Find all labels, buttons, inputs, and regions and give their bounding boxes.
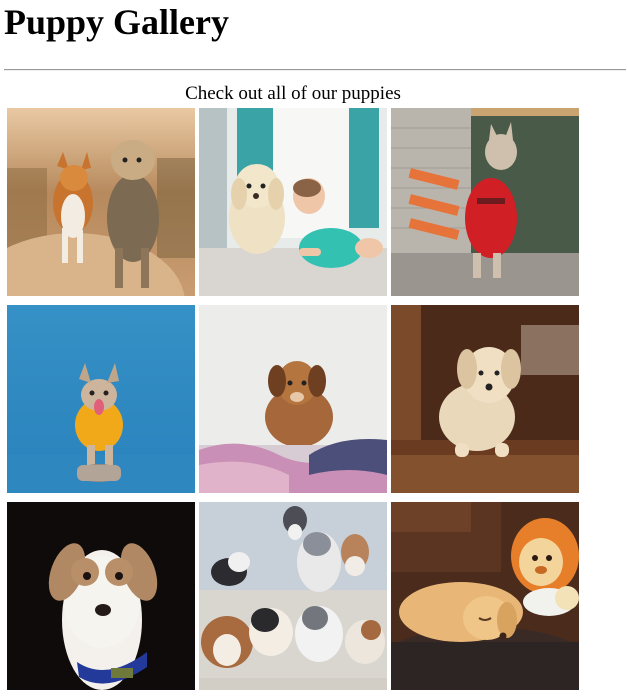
gallery-photo xyxy=(7,502,195,690)
gallery-image-poodle-and-baby[interactable] xyxy=(199,108,387,296)
gallery-photo xyxy=(199,108,387,296)
gallery-image-aussie-puppies[interactable] xyxy=(199,502,387,690)
gallery-photo xyxy=(391,502,579,690)
gallery-image-puppy-with-lion-plush[interactable] xyxy=(391,502,579,690)
page-subtitle: Check out all of our puppies xyxy=(185,83,401,104)
puppy-gallery-grid xyxy=(7,108,579,690)
page: Puppy Gallery Check out all of our puppi… xyxy=(0,0,628,696)
divider xyxy=(4,69,626,71)
page-title: Puppy Gallery xyxy=(4,2,230,42)
gallery-image-corgi-and-yorkie[interactable] xyxy=(7,108,195,296)
gallery-photo xyxy=(7,305,195,493)
gallery-photo xyxy=(391,108,579,296)
gallery-image-dog-in-red-hoodie[interactable] xyxy=(391,108,579,296)
gallery-photo xyxy=(391,305,579,493)
gallery-photo xyxy=(199,305,387,493)
gallery-image-beagle-with-collar[interactable] xyxy=(7,502,195,690)
gallery-photo xyxy=(7,108,195,296)
gallery-image-bulldog-with-bowl[interactable] xyxy=(7,305,195,493)
gallery-image-puppy-on-blanket[interactable] xyxy=(199,305,387,493)
gallery-image-fluffy-terrier[interactable] xyxy=(391,305,579,493)
gallery-photo xyxy=(199,502,387,690)
